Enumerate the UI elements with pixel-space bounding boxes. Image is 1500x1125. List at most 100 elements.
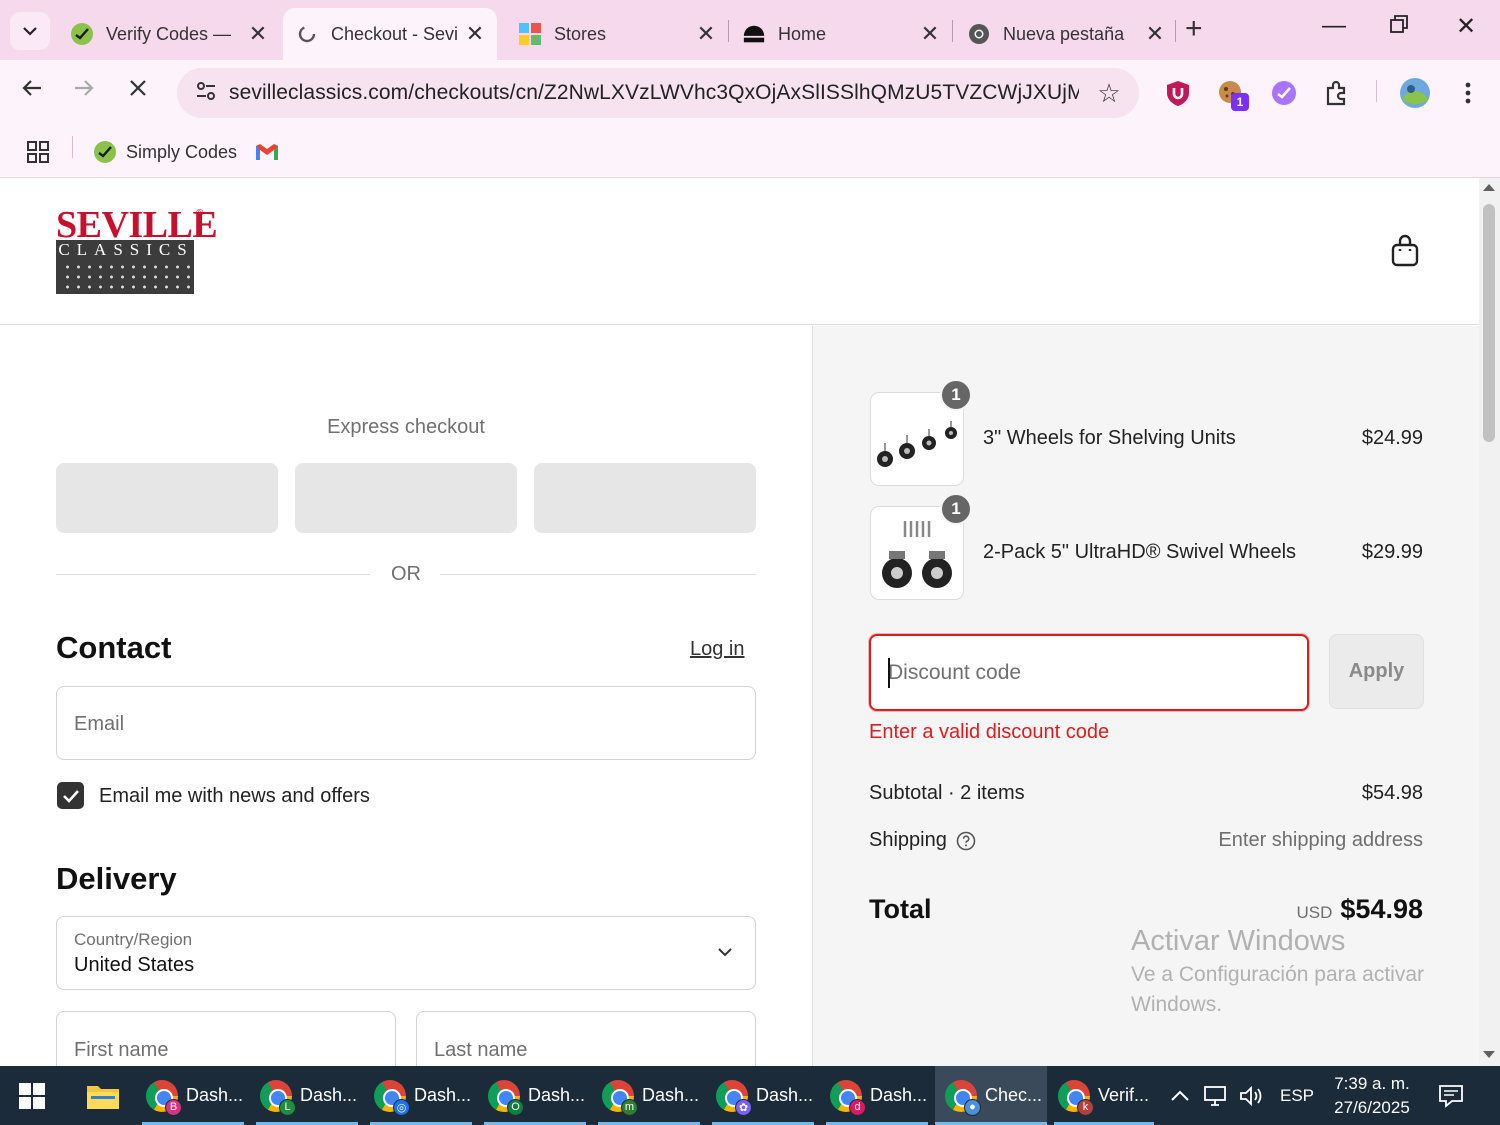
taskbar-item-label: Dash... [756,1085,814,1105]
email-field[interactable]: Email [56,686,756,760]
taskbar-chrome-window-checkout[interactable]: ● Chec... [935,1066,1047,1125]
taskbar-chrome-window-7[interactable]: d Dash... [826,1066,928,1125]
profile-avatar[interactable] [1398,76,1432,110]
page-scrollbar[interactable] [1479,178,1500,1066]
extensions-puzzle-icon[interactable] [1322,78,1352,108]
close-tab-icon[interactable]: ✕ [246,21,270,47]
profile-badge: d [849,1098,866,1116]
input-language-indicator[interactable]: ESP [1280,1066,1314,1125]
tab-stores[interactable]: Stores ✕ [518,8,718,60]
forward-button[interactable] [72,76,96,107]
chevron-down-icon [23,27,37,36]
taskbar-chrome-window-verify[interactable]: k Verif... [1054,1066,1154,1125]
ublock-extension-icon[interactable] [1163,78,1193,108]
address-bar[interactable]: sevilleclassics.com/checkouts/cn/Z2NwLXV… [177,68,1139,118]
express-pay-button-2[interactable] [295,463,517,533]
stop-loading-button[interactable] [126,76,150,107]
clock-time: 7:39 a. m. [1334,1073,1410,1093]
total-value: $54.98 [1340,894,1423,924]
notification-icon [1439,1084,1463,1108]
start-button[interactable] [18,1066,46,1125]
bookmark-star-icon[interactable]: ☆ [1079,78,1139,109]
gmail-bookmark[interactable] [255,136,279,168]
close-tab-icon[interactable]: ✕ [918,21,942,47]
logo-brand-top: SEVILLE [56,204,218,246]
scroll-up-arrow[interactable] [1483,184,1495,191]
close-tab-icon[interactable]: ✕ [463,21,487,47]
taskbar-item-label: Dash... [870,1085,928,1105]
taskbar-chrome-window-1[interactable]: B Dash... [142,1066,244,1125]
close-window-button[interactable]: ✕ [1456,12,1476,41]
back-button[interactable] [20,76,44,107]
discount-error-message: Enter a valid discount code [869,721,1110,743]
show-hidden-icons-button[interactable] [1170,1066,1190,1125]
taskbar-chrome-window-3[interactable]: ◎ Dash... [370,1066,472,1125]
subtotal-value: $54.98 [1361,782,1423,804]
close-tab-icon[interactable]: ✕ [694,21,718,47]
site-info-icon[interactable] [183,80,229,107]
taskbar-chrome-window-4[interactable]: O Dash... [484,1066,586,1125]
shopping-bag-icon[interactable] [1390,234,1420,273]
tab-checkout[interactable]: Checkout - Sevi ✕ [283,8,497,60]
cookie-extension-icon[interactable]: 1 [1216,78,1249,111]
minimize-button[interactable]: — [1322,12,1346,40]
tab-search-button[interactable] [10,12,50,50]
simplycodes-icon [94,141,116,163]
express-pay-button-3[interactable] [534,463,756,533]
scroll-down-arrow[interactable] [1483,1051,1495,1058]
first-name-placeholder: First name [74,1039,169,1061]
windows-activation-watermark: Activar Windows Ve a Configuración para … [1131,925,1424,1020]
total-label: Total [869,894,932,924]
taskbar-chrome-window-2[interactable]: L Dash... [256,1066,358,1125]
tab-separator [728,20,729,42]
system-clock[interactable]: 7:39 a. m. 27/6/2025 [1320,1066,1424,1125]
newsletter-checkbox[interactable] [57,782,84,809]
or-divider-right [440,574,756,575]
file-explorer-button[interactable] [86,1066,120,1125]
logo-registered-mark: ® [196,208,204,219]
restore-button[interactable] [1390,12,1408,40]
country-select[interactable]: Country/Region United States [56,916,756,990]
delivery-heading: Delivery [56,861,177,896]
tab-title: Nueva pestaña [1003,23,1125,44]
seville-classics-logo[interactable]: SEVILLE ® CLASSICS [56,204,218,294]
notifications-button[interactable] [1438,1066,1464,1125]
express-pay-button-1[interactable] [56,463,278,533]
taskbar-item-label: Dash... [186,1085,244,1105]
profile-badge: B [165,1098,182,1116]
item-quantity-badge: 1 [940,379,972,411]
tab-home[interactable]: Home ✕ [742,8,942,60]
item-price: $24.99 [1361,427,1423,449]
tab-new-tab[interactable]: Nueva pestaña ✕ [967,8,1167,60]
browser-tab-bar: Verify Codes — ✕ Checkout - Sevi ✕ Store… [0,0,1500,60]
discount-code-input[interactable]: Discount code [869,634,1309,711]
browser-toolbar: sevilleclassics.com/checkouts/cn/Z2NwLXV… [0,60,1500,128]
login-link[interactable]: Log in [690,638,745,661]
taskbar-chrome-window-5[interactable]: m Dash... [598,1066,700,1125]
subtotal-label: Subtotal · 2 items [869,782,1025,804]
taskbar-item-label: Dash... [642,1085,700,1105]
contact-heading: Contact [56,630,172,665]
home-site-icon [742,22,766,46]
apply-discount-button[interactable]: Apply [1329,634,1424,709]
browser-menu-icon[interactable] [1453,78,1483,108]
simplycodes-extension-icon[interactable] [1269,78,1299,108]
last-name-field[interactable]: Last name [416,1011,756,1066]
volume-icon[interactable] [1238,1066,1264,1125]
new-tab-button[interactable]: + [1185,14,1203,44]
close-tab-icon[interactable]: ✕ [1143,21,1167,47]
tab-verify-codes[interactable]: Verify Codes — ✕ [70,8,270,60]
first-name-field[interactable]: First name [56,1011,396,1066]
taskbar-chrome-window-6[interactable]: ✿ Dash... [712,1066,814,1125]
bookmark-simply-codes[interactable]: Simply Codes [93,136,237,168]
apps-grid-icon[interactable] [26,136,50,168]
network-icon[interactable] [1203,1066,1229,1125]
scrollbar-thumb[interactable] [1483,204,1495,442]
text-cursor [888,658,890,688]
taskbar-item-label: Dash... [414,1085,472,1105]
help-circle-icon[interactable] [956,831,976,851]
total-currency: USD [1296,903,1333,922]
chevron-down-icon [718,948,732,957]
chrome-icon: d [830,1079,866,1116]
store-header: SEVILLE ® CLASSICS [0,178,1479,325]
